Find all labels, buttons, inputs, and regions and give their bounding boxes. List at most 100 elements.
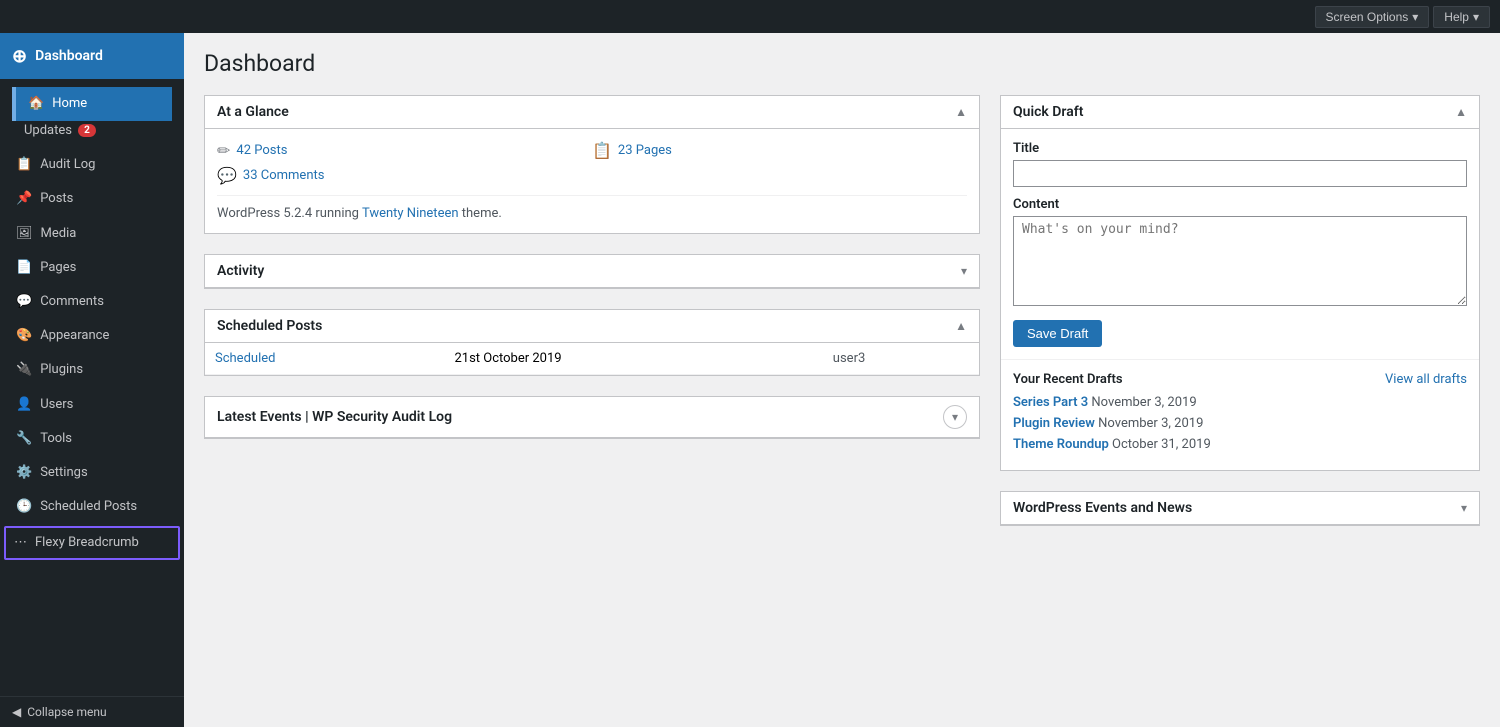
pages-count-icon: 📋 <box>592 141 612 160</box>
sidebar-home-label: Home <box>52 95 87 113</box>
comments-count-link[interactable]: 33 Comments <box>243 168 325 183</box>
at-a-glance-collapse-icon: ▲ <box>955 105 967 119</box>
recent-drafts-section: Your Recent Drafts View all drafts Serie… <box>1001 359 1479 470</box>
theme-suffix: theme. <box>459 206 502 221</box>
at-a-glance-title: At a Glance <box>217 104 289 120</box>
sidebar-item-settings[interactable]: ⚙️ Settings <box>0 456 184 490</box>
screen-options-label: Screen Options <box>1326 10 1409 24</box>
comments-icon: 💬 <box>16 293 32 311</box>
sidebar-item-posts[interactable]: 📌 Posts <box>0 182 184 216</box>
wp-info: WordPress 5.2.4 running Twenty Nineteen … <box>217 195 967 221</box>
sidebar-item-comments[interactable]: 💬 Comments <box>0 285 184 319</box>
at-a-glance-widget: At a Glance ▲ ✏ 42 Posts 📋 23 Pages <box>204 95 980 234</box>
glance-pages[interactable]: 📋 23 Pages <box>592 141 967 160</box>
sidebar-brand[interactable]: ⊕ Dashboard <box>0 33 184 79</box>
sidebar-flexy-breadcrumb-label: Flexy Breadcrumb <box>35 534 139 552</box>
sidebar-posts-label: Posts <box>40 190 73 208</box>
collapse-icon: ◀ <box>12 705 21 719</box>
tools-icon: 🔧 <box>16 430 32 448</box>
sidebar-item-audit-log[interactable]: 📋 Audit Log <box>0 148 184 182</box>
draft-item-0: Series Part 3 November 3, 2019 <box>1013 395 1467 410</box>
right-column: Quick Draft ▲ Title Content Save Draft Y… <box>1000 95 1480 546</box>
glance-grid: ✏ 42 Posts 📋 23 Pages 💬 33 Comments <box>217 141 967 185</box>
sidebar-audit-log-label: Audit Log <box>40 156 95 174</box>
draft-link-1[interactable]: Plugin Review <box>1013 416 1095 431</box>
sidebar: ⊕ Dashboard 🏠 Home Updates 2 📋 Audit Log… <box>0 33 184 727</box>
help-button[interactable]: Help ▾ <box>1433 6 1490 28</box>
sidebar-item-flexy-breadcrumb[interactable]: ⋯ Flexy Breadcrumb <box>4 526 180 560</box>
quick-draft-content-textarea[interactable] <box>1013 216 1467 306</box>
settings-icon: ⚙️ <box>16 464 32 482</box>
sidebar-item-media[interactable]: 🖼 Media <box>0 217 184 251</box>
sidebar-tools-label: Tools <box>40 430 72 448</box>
wp-events-title: WordPress Events and News <box>1013 500 1192 516</box>
sidebar-item-plugins[interactable]: 🔌 Plugins <box>0 353 184 387</box>
scheduled-posts-table: Scheduled 21st October 2019 user3 <box>205 343 979 375</box>
sidebar-users-label: Users <box>40 396 73 414</box>
wp-info-text: WordPress 5.2.4 running <box>217 206 362 221</box>
glance-posts[interactable]: ✏ 42 Posts <box>217 141 592 160</box>
quick-draft-title-input[interactable] <box>1013 160 1467 187</box>
quick-draft-header[interactable]: Quick Draft ▲ <box>1001 96 1479 129</box>
draft-date-2: October 31, 2019 <box>1112 437 1211 452</box>
sidebar-updates[interactable]: Updates 2 <box>12 121 172 146</box>
pages-count-link[interactable]: 23 Pages <box>618 143 672 158</box>
sidebar-plugins-label: Plugins <box>40 361 83 379</box>
table-row: Scheduled 21st October 2019 user3 <box>205 343 979 375</box>
chevron-down-icon: ▾ <box>952 410 958 424</box>
sidebar-comments-label: Comments <box>40 293 104 311</box>
latest-events-header[interactable]: Latest Events | WP Security Audit Log ▾ <box>205 397 979 438</box>
sidebar-item-appearance[interactable]: 🎨 Appearance <box>0 319 184 353</box>
collapse-label: Collapse menu <box>27 705 106 719</box>
users-icon: 👤 <box>16 396 32 414</box>
media-icon: 🖼 <box>16 225 33 243</box>
scheduled-posts-collapse-icon: ▲ <box>955 319 967 333</box>
comments-count-icon: 💬 <box>217 166 237 185</box>
sidebar-pages-label: Pages <box>40 259 76 277</box>
view-all-drafts-link[interactable]: View all drafts <box>1385 372 1467 387</box>
sidebar-media-label: Media <box>41 225 77 243</box>
help-label: Help <box>1444 10 1469 24</box>
chevron-down-icon: ▾ <box>1412 10 1418 24</box>
layout: ⊕ Dashboard 🏠 Home Updates 2 📋 Audit Log… <box>0 33 1500 727</box>
quick-draft-title: Quick Draft <box>1013 104 1083 120</box>
sidebar-item-home[interactable]: 🏠 Home <box>12 87 172 121</box>
activity-widget: Activity ▾ <box>204 254 980 289</box>
wp-events-header[interactable]: WordPress Events and News ▾ <box>1001 492 1479 525</box>
sidebar-item-pages[interactable]: 📄 Pages <box>0 251 184 285</box>
collapse-menu-button[interactable]: ◀ Collapse menu <box>0 696 184 727</box>
save-draft-button[interactable]: Save Draft <box>1013 320 1102 347</box>
scheduled-posts-widget: Scheduled Posts ▲ Scheduled 21st October… <box>204 309 980 376</box>
posts-count-link[interactable]: 42 Posts <box>236 143 287 158</box>
draft-link-0[interactable]: Series Part 3 <box>1013 395 1088 410</box>
draft-link-2[interactable]: Theme Roundup <box>1013 437 1109 452</box>
scheduled-posts-header[interactable]: Scheduled Posts ▲ <box>205 310 979 343</box>
columns-layout: At a Glance ▲ ✏ 42 Posts 📋 23 Pages <box>204 95 1480 546</box>
posts-icon: 📌 <box>16 190 32 208</box>
quick-draft-title-label: Title <box>1013 141 1467 156</box>
posts-count-icon: ✏ <box>217 141 230 160</box>
scheduled-post-user: user3 <box>823 343 979 375</box>
sidebar-brand-label: Dashboard <box>35 48 103 64</box>
recent-drafts-title: Your Recent Drafts <box>1013 372 1123 387</box>
sidebar-appearance-label: Appearance <box>40 327 109 345</box>
sidebar-item-scheduled-posts[interactable]: 🕒 Scheduled Posts <box>0 490 184 524</box>
latest-events-widget: Latest Events | WP Security Audit Log ▾ <box>204 396 980 439</box>
quick-draft-widget: Quick Draft ▲ Title Content Save Draft Y… <box>1000 95 1480 471</box>
sidebar-item-users[interactable]: 👤 Users <box>0 388 184 422</box>
scheduled-post-link[interactable]: Scheduled <box>215 351 275 366</box>
glance-comments[interactable]: 💬 33 Comments <box>217 166 592 185</box>
top-bar: Screen Options ▾ Help ▾ <box>0 0 1500 33</box>
draft-item-2: Theme Roundup October 31, 2019 <box>1013 437 1467 452</box>
draft-item-1: Plugin Review November 3, 2019 <box>1013 416 1467 431</box>
sidebar-updates-label: Updates <box>24 123 72 138</box>
at-a-glance-header[interactable]: At a Glance ▲ <box>205 96 979 129</box>
sidebar-item-tools[interactable]: 🔧 Tools <box>0 422 184 456</box>
theme-link[interactable]: Twenty Nineteen <box>362 206 459 221</box>
activity-header[interactable]: Activity ▾ <box>205 255 979 288</box>
draft-date-0: November 3, 2019 <box>1091 395 1196 410</box>
sidebar-settings-label: Settings <box>40 464 87 482</box>
screen-options-button[interactable]: Screen Options ▾ <box>1315 6 1430 28</box>
draft-date-1: November 3, 2019 <box>1098 416 1203 431</box>
latest-events-collapse-button[interactable]: ▾ <box>943 405 967 429</box>
